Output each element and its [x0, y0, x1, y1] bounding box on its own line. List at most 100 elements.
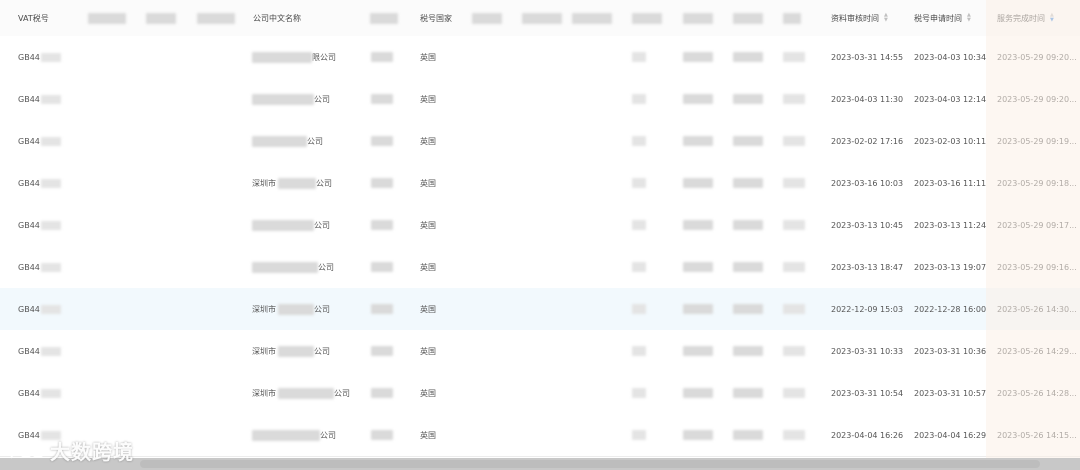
complete-time: 2023-05-29 09:20... — [997, 52, 1077, 62]
vat-prefix: GB44 — [18, 262, 40, 272]
sort-icon[interactable]: ▲ ▼ — [1050, 13, 1054, 23]
redacted-value — [733, 94, 763, 104]
tax-country: 英国 — [420, 304, 436, 314]
table-row[interactable]: GB44 深圳市 公司 英国 2023-03-31 10:33 2023-03-… — [0, 330, 1080, 373]
table-row[interactable]: GB44 公司 英国 2023-04-04 16:26 2023-04-04 1… — [0, 414, 1080, 457]
review-time: 2023-03-13 10:45 — [831, 220, 904, 230]
vat-prefix: GB44 — [18, 388, 40, 398]
redacted-cell — [632, 162, 646, 204]
review-time-cell: 2023-02-02 17:16 — [831, 120, 903, 162]
complete-time-cell: 2023-05-29 09:17... — [997, 204, 1077, 246]
redacted-value — [783, 136, 805, 146]
complete-time-cell: 2023-05-26 14:29... — [997, 330, 1077, 372]
tax-country: 英国 — [420, 388, 436, 398]
vat-prefix: GB44 — [18, 136, 40, 146]
redacted-value — [683, 304, 713, 314]
redacted-value — [683, 52, 713, 62]
review-time: 2023-03-31 10:54 — [831, 388, 904, 398]
redacted-vat — [40, 178, 61, 188]
redacted-header — [197, 12, 235, 24]
redacted-header — [733, 12, 763, 24]
redacted-cell — [733, 330, 763, 372]
complete-time-cell: 2023-05-26 14:28... — [997, 372, 1077, 414]
redacted-value — [683, 220, 713, 230]
redacted-value — [783, 52, 805, 62]
redacted-header — [683, 12, 713, 24]
review-time: 2022-12-09 15:03 — [831, 304, 904, 314]
table-row[interactable]: GB44 公司 英国 2023-04-03 11:30 2023-04-03 1… — [0, 78, 1080, 121]
header-review-time[interactable]: 资料审核时间 ▲ ▼ — [831, 0, 888, 36]
apply-time-cell: 2023-03-16 11:11 — [914, 162, 986, 204]
header-apply-time[interactable]: 税号申请时间 ▲ ▼ — [914, 0, 971, 36]
redacted-vat — [40, 94, 61, 104]
sort-desc-icon: ▼ — [967, 17, 971, 23]
review-time-cell: 2023-04-04 16:26 — [831, 414, 903, 456]
redacted-company — [252, 93, 314, 105]
scrollbar-thumb[interactable] — [140, 460, 1040, 468]
apply-time: 2023-03-13 19:07 — [914, 262, 987, 272]
redacted-cell — [683, 246, 713, 288]
table-row[interactable]: GB44 公司 英国 2023-02-02 17:16 2023-02-03 1… — [0, 120, 1080, 163]
redacted-cell — [683, 36, 713, 78]
tax-country-cell: 英国 — [420, 372, 436, 414]
redacted-company — [252, 261, 318, 273]
table-row[interactable]: GB44 公司 英国 2023-03-13 10:45 2023-03-13 1… — [0, 204, 1080, 247]
redacted-header — [146, 12, 176, 24]
header-redacted-3 — [197, 0, 235, 36]
table-row[interactable]: GB44 深圳市 公司 英国 2023-03-31 10:54 2023-03-… — [0, 372, 1080, 415]
redacted-value — [783, 430, 805, 440]
redacted-value — [371, 220, 393, 230]
apply-time: 2023-04-03 12:14 — [914, 94, 987, 104]
redacted-cell — [632, 330, 646, 372]
review-time: 2023-03-31 14:55 — [831, 52, 904, 62]
sort-desc-icon-active: ▼ — [1050, 17, 1054, 23]
tax-country-cell: 英国 — [420, 36, 436, 78]
tax-country: 英国 — [420, 52, 436, 62]
tax-country-cell: 英国 — [420, 204, 436, 246]
header-redacted-8 — [632, 0, 662, 36]
vat-no-cell: GB44 — [18, 372, 61, 414]
tax-country-cell: 英国 — [420, 414, 436, 456]
redacted-cell — [683, 414, 713, 456]
redacted-value — [683, 346, 713, 356]
redacted-cell — [783, 414, 805, 456]
table-row[interactable]: GB44 公司 英国 2023-03-13 18:47 2023-03-13 1… — [0, 246, 1080, 289]
redacted-cell — [632, 78, 646, 120]
redacted-value — [783, 304, 805, 314]
table-row[interactable]: GB44 限公司 英国 2023-03-31 14:55 2023-04-03 … — [0, 36, 1080, 79]
apply-time-cell: 2023-03-13 11:24 — [914, 204, 986, 246]
redacted-value — [733, 430, 763, 440]
header-complete-time[interactable]: 服务完成时间 ▲ ▼ — [997, 0, 1054, 36]
horizontal-scrollbar[interactable] — [0, 458, 1080, 470]
vat-no-cell: GB44 — [18, 120, 61, 162]
redacted-company — [278, 387, 334, 399]
table-header: VAT税号 公司中文名称 税号国家 资料审核时间 ▲ ▼ 税号申请时间 ▲ ▼ 服务… — [0, 0, 1080, 37]
apply-time: 2023-03-31 10:36 — [914, 346, 987, 356]
redacted-cell — [371, 120, 393, 162]
review-time-cell: 2023-03-31 14:55 — [831, 36, 903, 78]
table-row[interactable]: GB44 深圳市 公司 英国 2022-12-09 15:03 2022-12-… — [0, 288, 1080, 331]
watermark-logo-icon — [10, 441, 45, 459]
redacted-company — [252, 51, 312, 63]
sort-icon[interactable]: ▲ ▼ — [884, 13, 888, 23]
table-row[interactable]: GB44 深圳市 公司 英国 2023-03-16 10:03 2023-03-… — [0, 162, 1080, 205]
apply-time: 2023-02-03 10:11 — [914, 136, 987, 146]
redacted-cell — [683, 162, 713, 204]
sort-icon[interactable]: ▲ ▼ — [967, 13, 971, 23]
redacted-value — [683, 262, 713, 272]
redacted-value — [783, 178, 805, 188]
redacted-value — [733, 52, 763, 62]
company-prefix: 深圳市 — [252, 304, 276, 314]
header-tax-country: 税号国家 — [420, 0, 452, 36]
header-redacted-7 — [572, 0, 612, 36]
complete-time-cell: 2023-05-29 09:20... — [997, 36, 1077, 78]
apply-time-cell: 2023-04-04 16:29 — [914, 414, 986, 456]
company-cn-cell: 公司 — [252, 246, 334, 288]
redacted-cell — [683, 372, 713, 414]
redacted-cell — [632, 372, 646, 414]
apply-time-cell: 2023-03-31 10:36 — [914, 330, 986, 372]
redacted-value — [683, 388, 713, 398]
complete-time: 2023-05-26 14:28... — [997, 388, 1077, 398]
redacted-cell — [783, 78, 805, 120]
redacted-cell — [371, 246, 393, 288]
